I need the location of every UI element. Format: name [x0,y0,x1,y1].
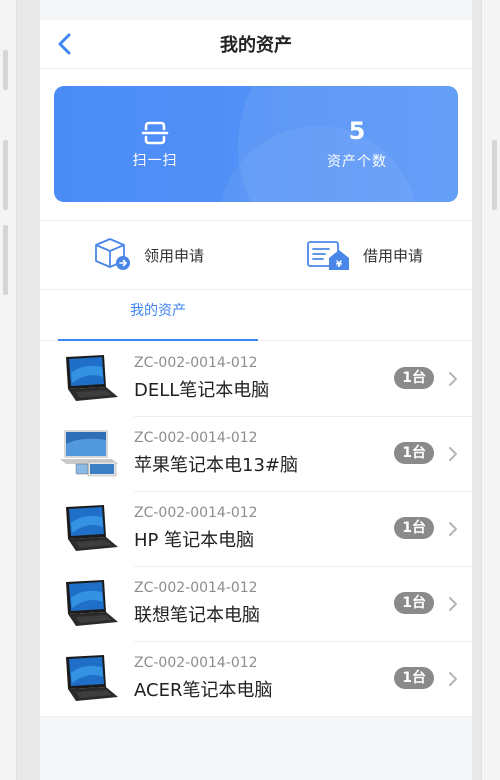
laptop-thumbnail [58,503,120,555]
quantity-badge: 1台 [394,516,434,539]
device-frame-right [481,0,500,780]
scan-button[interactable]: 扫一扫 [54,86,256,202]
app-screen: 我的资产 扫一扫 5 资产个数 领用申请 ¥ 借用申请 我的资产 ZC-002-… [40,0,472,780]
summary-section: 扫一扫 5 资产个数 [40,69,472,220]
quick-actions: 领用申请 ¥ 借用申请 [40,220,472,290]
quantity-badge: 1台 [394,591,434,614]
laptop-thumbnail [58,653,120,705]
device-button [3,140,8,210]
chevron-right-icon [449,521,457,536]
asset-count: 5 资产个数 [256,86,458,202]
list-footer-space [40,716,472,780]
tab-my-assets-label: 我的资产 [130,303,186,319]
tab-bar: 我的资产 [40,290,472,341]
scan-label: 扫一扫 [132,153,178,169]
asset-info: ZC-002-0014-012 ACER笔记本电脑 1台 [134,641,472,716]
asset-list-item[interactable]: ZC-002-0014-012 苹果笔记本电13#脑 1台 [40,416,472,492]
device-frame-left [0,0,17,780]
quantity-badge: 1台 [394,441,434,464]
chevron-right-icon [449,371,457,386]
borrow-apply-button[interactable]: ¥ 借用申请 [256,221,472,289]
receive-apply-label: 领用申请 [143,246,204,265]
tab-my-assets[interactable]: 我的资产 [58,290,258,341]
back-arrow-icon[interactable] [54,31,76,57]
macbook-thumbnail [58,428,120,480]
asset-count-value: 5 [348,117,366,145]
chevron-right-icon [449,446,457,461]
chevron-right-icon [449,596,457,611]
device-button [3,50,8,90]
asset-count-label: 资产个数 [327,154,387,170]
device-button [3,225,8,295]
svg-text:¥: ¥ [336,260,343,270]
summary-banner: 扫一扫 5 资产个数 [54,86,458,202]
quantity-badge: 1台 [394,366,434,389]
asset-list-item[interactable]: ZC-002-0014-012 DELL笔记本电脑 1台 [40,341,472,417]
asset-info: ZC-002-0014-012 HP 笔记本电脑 1台 [134,491,472,567]
asset-info: ZC-002-0014-012 DELL笔记本电脑 1台 [134,341,472,417]
asset-list: ZC-002-0014-012 DELL笔记本电脑 1台 ZC-002-0014-0… [40,341,472,716]
status-bar [40,0,472,20]
cube-receive-icon [95,238,130,270]
quantity-badge: 1台 [394,667,434,689]
document-borrow-icon: ¥ [307,241,349,270]
asset-info: ZC-002-0014-012 联想笔记本电脑 1台 [134,566,472,642]
page-title: 我的资产 [220,35,292,56]
receive-apply-button[interactable]: 领用申请 [40,221,256,289]
asset-list-item[interactable]: ZC-002-0014-012 ACER笔记本电脑 1台 [40,641,472,716]
borrow-apply-label: 借用申请 [362,246,423,265]
asset-list-item[interactable]: ZC-002-0014-012 HP 笔记本电脑 1台 [40,491,472,567]
device-button [492,140,497,210]
asset-list-item[interactable]: ZC-002-0014-012 联想笔记本电脑 1台 [40,566,472,642]
laptop-thumbnail [58,578,120,630]
asset-info: ZC-002-0014-012 苹果笔记本电13#脑 1台 [134,416,472,492]
laptop-thumbnail [58,353,120,405]
chevron-right-icon [449,672,457,686]
nav-bar: 我的资产 [40,20,472,69]
scan-icon [141,121,169,145]
